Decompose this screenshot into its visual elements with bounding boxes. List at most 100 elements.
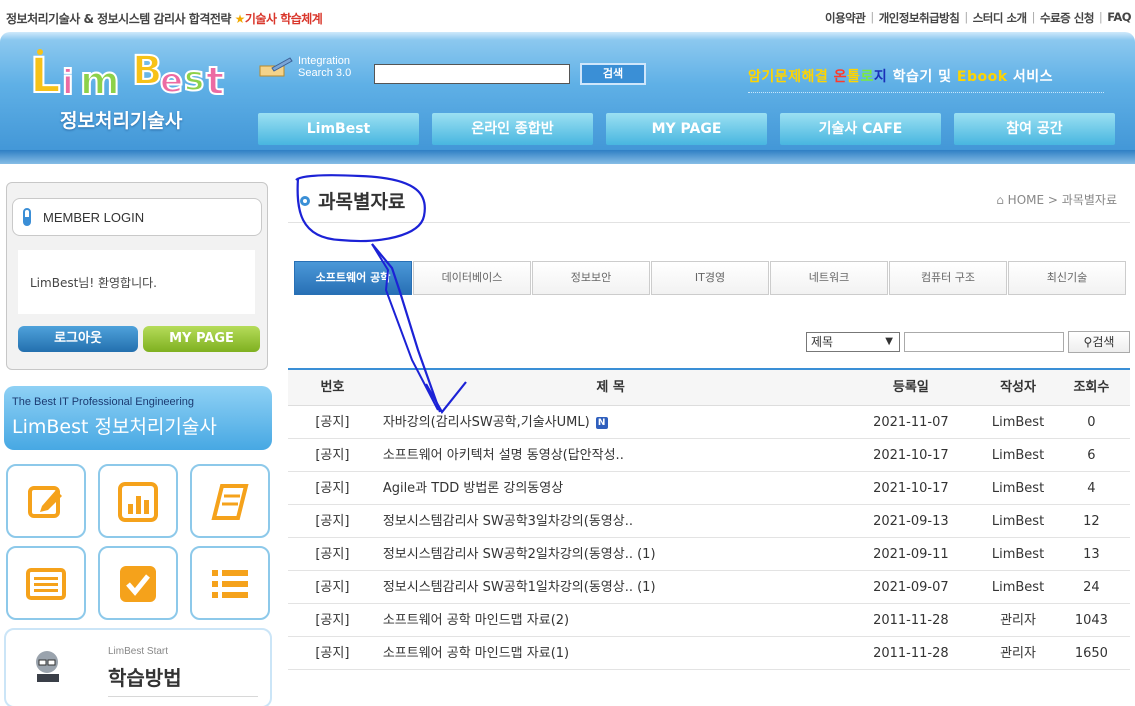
table-row[interactable]: [공지] 정보시스템감리사 SW공학2일차강의(동영상.. (1) 2021-09-… [288, 538, 1130, 571]
nav-community[interactable]: 참여 공간 [954, 113, 1115, 145]
tagline-text: 정보처리기술사 & 정보시스템 감리사 합격전략 [6, 12, 231, 26]
row-number-text: [공지] [315, 646, 350, 661]
row-number: [공지] [288, 637, 377, 669]
slogan-part: Ebook [956, 69, 1008, 85]
svg-text:i: i [62, 63, 74, 102]
row-author-text: 관리자 [1000, 646, 1036, 661]
tab-it-management[interactable]: IT경영 [651, 261, 769, 295]
svg-text:t: t [206, 59, 224, 102]
divider: | [964, 10, 968, 24]
nav-online-course[interactable]: 온라인 종합반 [432, 113, 593, 145]
row-title-link[interactable]: Agile과 TDD 방법론 강의동영상 [377, 472, 839, 504]
quick-check-button[interactable] [98, 546, 178, 620]
integration-search-input[interactable] [374, 64, 570, 84]
row-date: 2011-11-28 [838, 604, 983, 636]
row-date: 2021-09-13 [838, 505, 983, 537]
row-number-text: [공지] [315, 580, 350, 595]
table-row[interactable]: [공지] 정보시스템감리사 SW공학1일차강의(동영상.. (1) 2021-09-… [288, 571, 1130, 604]
breadcrumb-home[interactable]: HOME [1008, 193, 1044, 207]
row-number-text: [공지] [315, 481, 350, 496]
slogan: 암기문제해결 온톨로지 학습기 및 Ebook 서비스 [748, 66, 1053, 86]
row-title-link[interactable]: 정보시스템감리사 SW공학1일차강의(동영상.. (1) [377, 571, 839, 603]
site-logo[interactable]: L i m B e s t [28, 44, 238, 105]
certificate-link[interactable]: 수료증 신청 [1040, 10, 1094, 26]
sidebar-mypage-button[interactable]: MY PAGE [143, 326, 260, 352]
table-row[interactable]: [공지] 정보시스템감리사 SW공학3일차강의(동영상.. 2021-09-13 Li… [288, 505, 1130, 538]
privacy-link[interactable]: 개인정보취급방침 [879, 10, 960, 26]
row-views-text: 1650 [1074, 646, 1108, 661]
board-search-input[interactable] [904, 332, 1064, 352]
study-intro-link[interactable]: 스터디 소개 [973, 10, 1027, 26]
table-row[interactable]: [공지] 소프트웨어 공학 마인드맵 자료(1) 2011-11-28 관리자 1650 [288, 637, 1130, 670]
table-row[interactable]: [공지] 소프트웨어 공학 마인드맵 자료(2) 2011-11-28 관리자 1043 [288, 604, 1130, 637]
nav-cafe[interactable]: 기술사 CAFE [780, 113, 941, 145]
faq-link[interactable]: FAQ [1107, 10, 1131, 26]
login-title: MEMBER LOGIN [12, 198, 262, 236]
book-icon [211, 484, 249, 520]
tab-computer-architecture[interactable]: 컴퓨터 구조 [889, 261, 1007, 295]
row-date: 2021-10-17 [838, 472, 983, 504]
board-search-button[interactable]: ⚲검색 [1068, 331, 1130, 353]
table-row[interactable]: [공지] 자바강의(감리사SW공학,기술사UML) N 2021-11-07 LimBe… [288, 406, 1130, 439]
nav-limbest[interactable]: LimBest [258, 113, 419, 145]
row-views: 12 [1053, 505, 1130, 537]
tab-latest-tech[interactable]: 최신기술 [1008, 261, 1126, 295]
logout-button[interactable]: 로그아웃 [18, 326, 138, 352]
list-icon [26, 568, 66, 600]
row-title-link[interactable]: 소프트웨어 아키텍처 설명 동영상(답안작성.. [377, 439, 839, 471]
quick-edit-button[interactable] [6, 464, 86, 538]
row-title-link-text: 정보시스템감리사 SW공학1일차강의(동영상.. (1) [382, 580, 656, 595]
divider: | [870, 10, 874, 24]
thermometer-icon [23, 208, 31, 226]
row-date-text: 2021-10-17 [873, 481, 949, 496]
tab-software-engineering[interactable]: 소프트웨어 공학 [294, 261, 412, 295]
quick-bullets-button[interactable] [190, 546, 270, 620]
quick-book-button[interactable] [190, 464, 270, 538]
row-title-link[interactable]: 소프트웨어 공학 마인드맵 자료(2) [377, 604, 839, 636]
row-views: 13 [1053, 538, 1130, 570]
row-title-link[interactable]: 정보시스템감리사 SW공학3일차강의(동영상.. [377, 505, 839, 537]
row-views-text: 13 [1083, 547, 1100, 562]
row-title-link[interactable]: 자바강의(감리사SW공학,기술사UML) N [377, 406, 839, 438]
row-date-text: 2021-09-07 [873, 580, 949, 595]
promo-banner[interactable]: The Best IT Professional Engineering Lim… [4, 386, 272, 450]
nav-my-page[interactable]: MY PAGE [606, 113, 767, 145]
table-row[interactable]: [공지] Agile과 TDD 방법론 강의동영상 2021-10-17 LimBes… [288, 472, 1130, 505]
quick-chart-button[interactable] [98, 464, 178, 538]
terms-link[interactable]: 이용약관 [825, 10, 866, 26]
check-icon [120, 566, 156, 602]
row-title-link[interactable]: 정보시스템감리사 SW공학2일차강의(동영상.. (1) [377, 538, 839, 570]
row-number-text: [공지] [315, 514, 350, 529]
search-label-line2: Search 3.0 [298, 67, 352, 79]
divider: | [1098, 10, 1103, 24]
row-number-text: [공지] [315, 448, 350, 463]
search-label-line1: Integration [298, 55, 350, 67]
home-icon: ⌂ [996, 193, 1004, 207]
row-author-text: LimBest [991, 547, 1045, 562]
table-row[interactable]: [공지] 소프트웨어 아키텍처 설명 동영상(답안작성.. 2021-10-17 Li… [288, 439, 1130, 472]
row-number: [공지] [288, 538, 377, 570]
slogan-part: 톨 [847, 69, 861, 85]
header-title: 제 목 [596, 380, 625, 395]
bullet-list-icon [212, 570, 248, 598]
tab-security[interactable]: 정보보안 [532, 261, 650, 295]
quick-list-button[interactable] [6, 546, 86, 620]
header-search-button[interactable]: 검색 [580, 63, 646, 85]
row-date-text: 2011-11-28 [873, 646, 949, 661]
header-views: 조회수 [1073, 380, 1110, 395]
row-title-link[interactable]: 소프트웨어 공학 마인드맵 자료(1) [377, 637, 839, 669]
row-views-text: 24 [1083, 580, 1100, 595]
study-system-link[interactable]: 기술사 학습체계 [245, 12, 323, 26]
quick-menu [4, 462, 274, 622]
site-tagline: 정보처리기술사 & 정보시스템 감리사 합격전략 ★기술사 학습체계 [6, 10, 323, 27]
slogan-part: 온 [833, 69, 848, 85]
pencil-icon [259, 57, 293, 77]
row-date: 2011-11-28 [838, 637, 983, 669]
row-author-text: LimBest [991, 514, 1045, 529]
tab-database[interactable]: 데이터베이스 [413, 261, 531, 295]
slogan-divider [748, 92, 1104, 93]
search-field-select[interactable]: 제목 ▼ [806, 332, 900, 352]
row-author: LimBest [983, 439, 1053, 471]
tab-network[interactable]: 네트워크 [770, 261, 888, 295]
slogan-part: 학습기 및 [887, 69, 957, 85]
